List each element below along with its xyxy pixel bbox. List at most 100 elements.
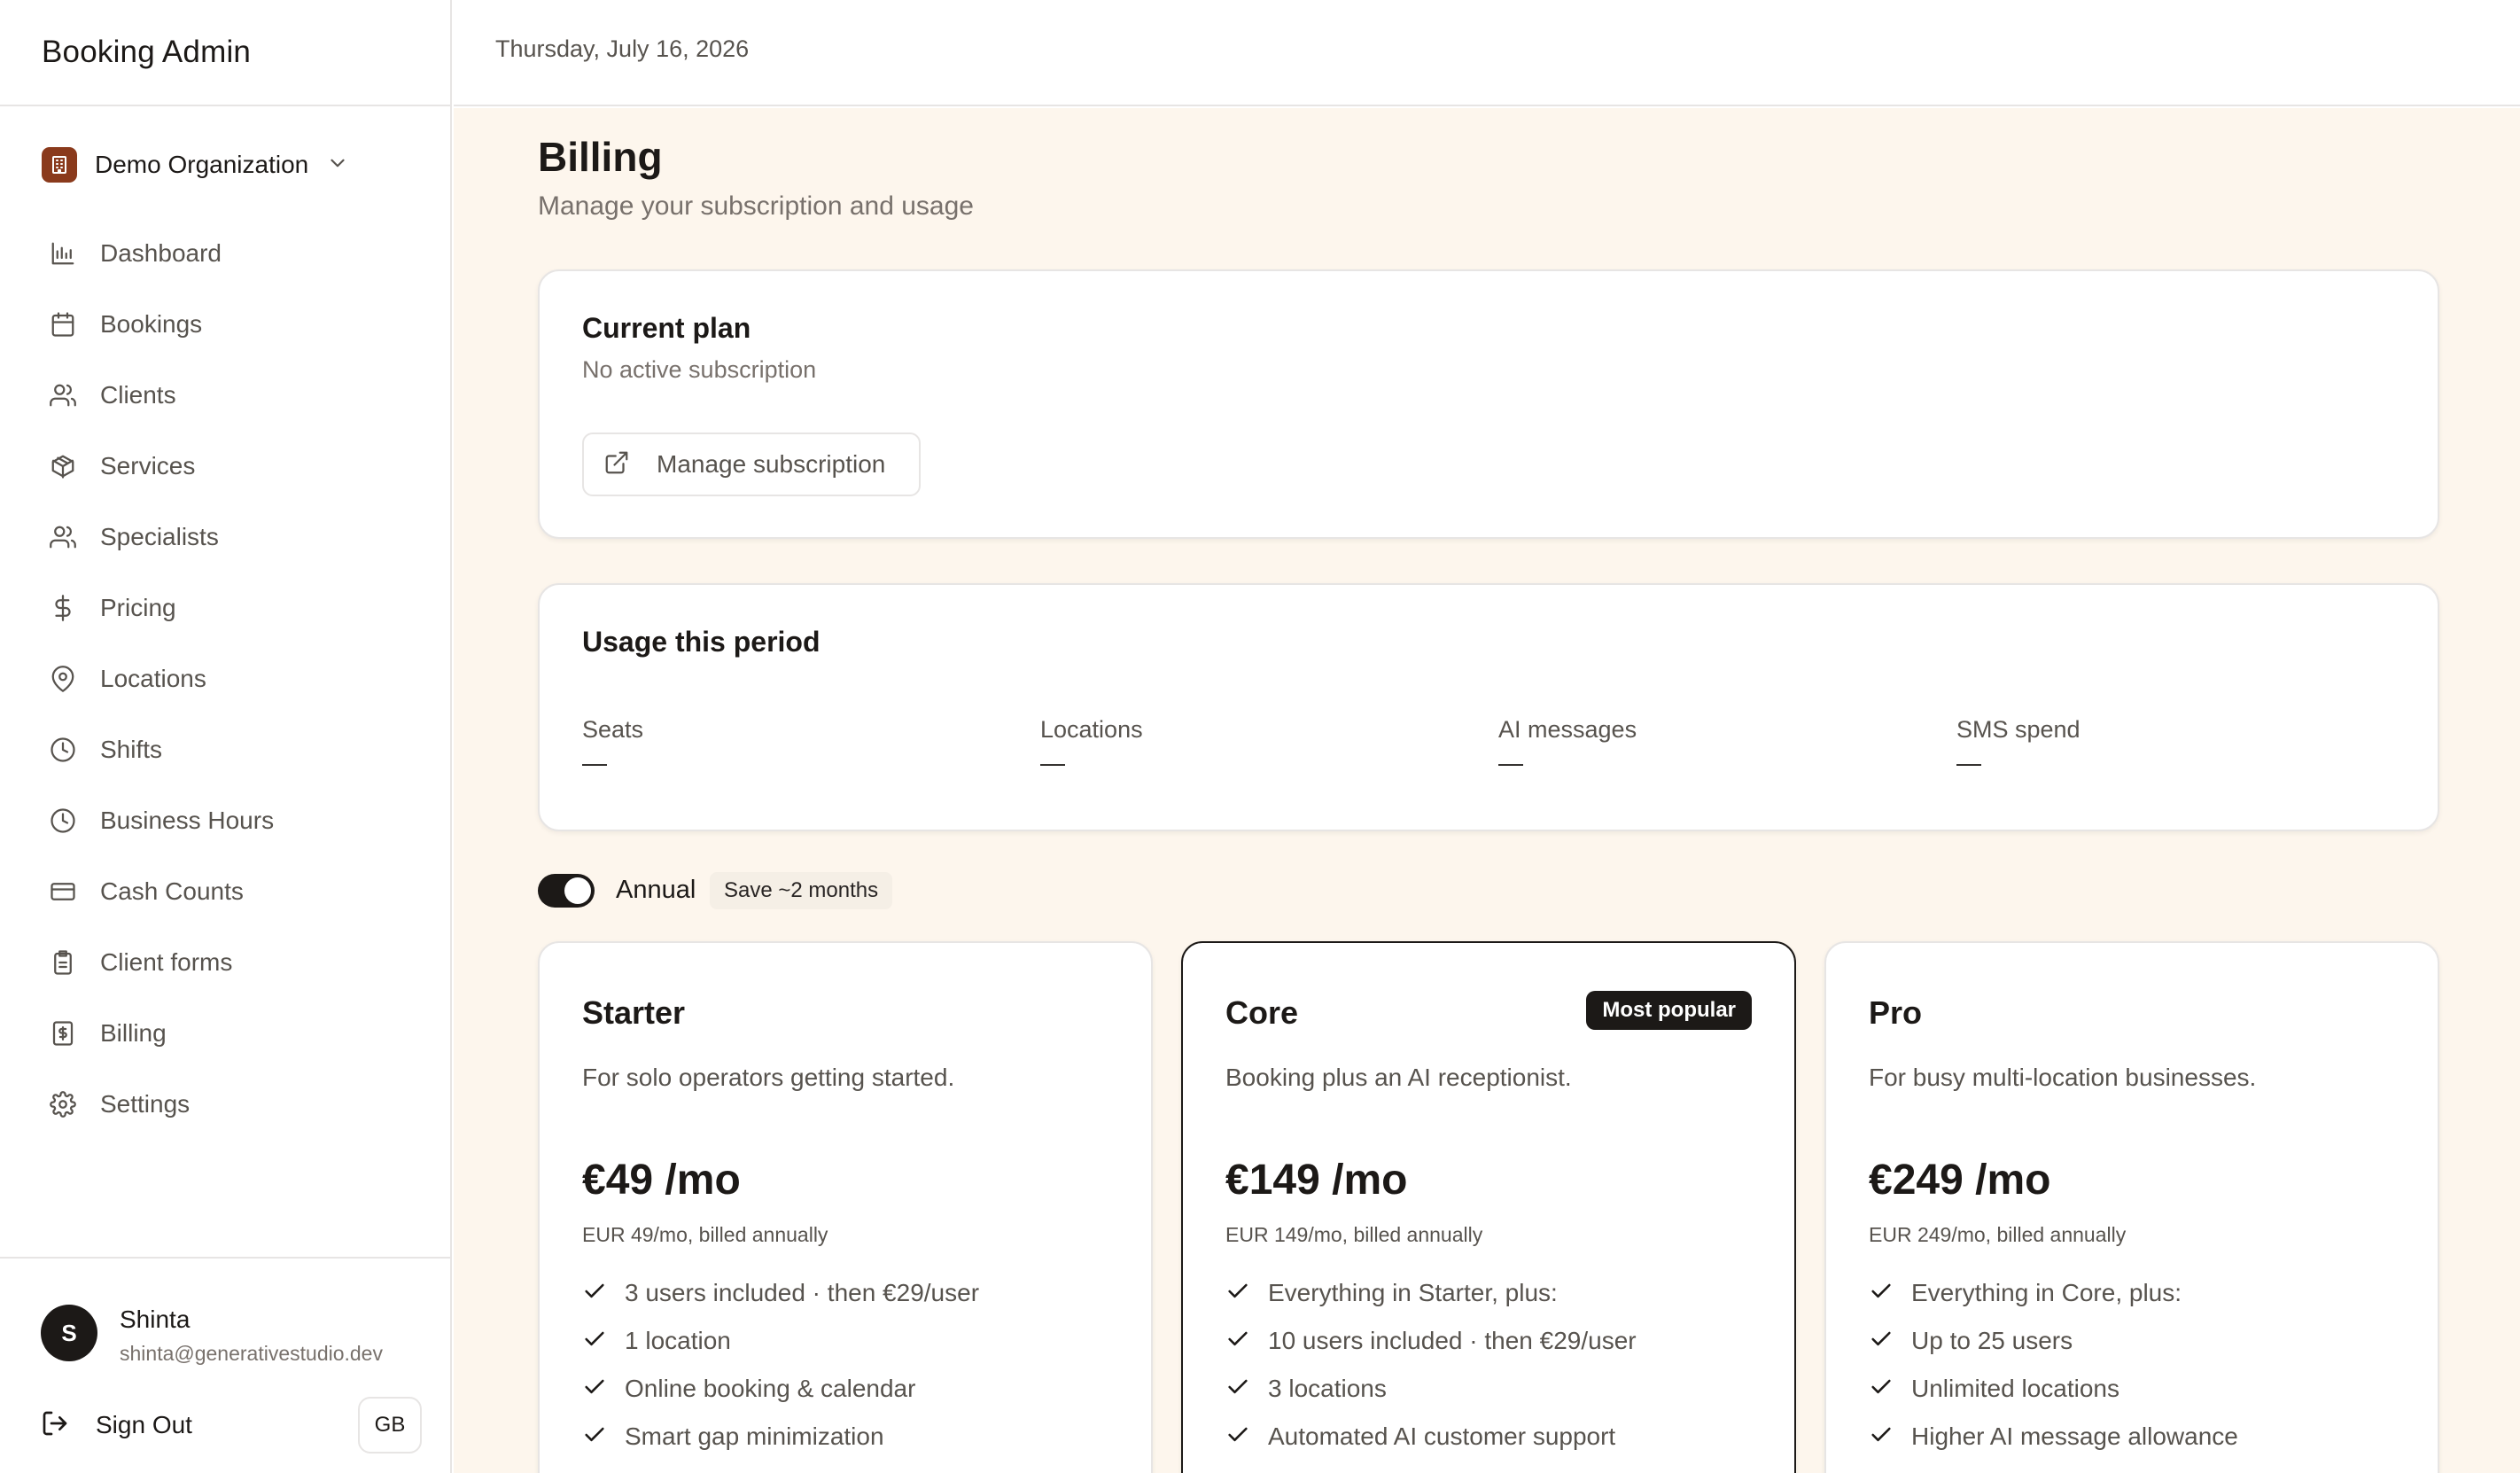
plan-description: Booking plus an AI receptionist. — [1225, 1064, 1572, 1091]
feature-item: 3 locations — [1225, 1365, 1637, 1413]
feature-item: Unlimited locations — [1869, 1365, 2238, 1413]
feature-text: 3 locations — [1268, 1375, 1387, 1402]
manage-subscription-button[interactable]: Manage subscription — [582, 433, 921, 496]
feature-item: Automated AI customer support — [1225, 1413, 1637, 1461]
sidebar-item-label: Clients — [100, 381, 176, 409]
feature-text: Online booking & calendar — [625, 1375, 916, 1402]
building-icon — [42, 147, 77, 183]
check-icon — [1869, 1422, 1894, 1452]
feature-item: Up to 25 users — [1869, 1317, 2238, 1365]
sidebar-item-dashboard[interactable]: Dashboard — [0, 218, 452, 289]
sidebar-item-label: Services — [100, 452, 196, 479]
sidebar-item-bookings[interactable]: Bookings — [0, 289, 452, 360]
sidebar-item-label: Client forms — [100, 948, 233, 976]
sidebar-item-pricing[interactable]: Pricing — [0, 573, 452, 643]
usage-label: Seats — [582, 716, 644, 743]
chevron-down-icon — [326, 152, 349, 179]
feature-item: Online booking & calendar — [582, 1365, 979, 1413]
plan-features: 3 users included · then €29/user 1 locat… — [582, 1269, 979, 1461]
usage-title: Usage this period — [582, 626, 821, 658]
language-button[interactable]: GB — [358, 1397, 422, 1454]
usage-value: — — [1040, 749, 1065, 776]
usage-item-ai-messages: AI messages — — [1498, 716, 1637, 777]
package-icon — [49, 452, 77, 480]
feature-text: Up to 25 users — [1911, 1327, 2073, 1354]
sidebar-item-label: Billing — [100, 1019, 167, 1047]
sidebar-item-label: Pricing — [100, 594, 176, 621]
sign-out-button[interactable]: Sign Out — [41, 1407, 192, 1443]
sidebar-item-clients[interactable]: Clients — [0, 360, 452, 431]
check-icon — [582, 1279, 607, 1308]
sidebar-item-label: Bookings — [100, 310, 203, 338]
sidebar-item-billing[interactable]: Billing — [0, 998, 452, 1069]
feature-item: Everything in Core, plus: — [1869, 1269, 2238, 1317]
log-out-icon — [41, 1409, 69, 1442]
feature-text: Higher AI message allowance — [1911, 1422, 2238, 1450]
annual-toggle-label: Annual — [616, 876, 696, 904]
users-icon — [49, 381, 77, 409]
sidebar-item-services[interactable]: Services — [0, 431, 452, 502]
sidebar-item-label: Settings — [100, 1090, 191, 1118]
most-popular-badge: Most popular — [1586, 991, 1752, 1030]
dollar-icon — [49, 594, 77, 622]
plan-card-core: Core Most popular Booking plus an AI rec… — [1181, 941, 1796, 1473]
sidebar-item-label: Locations — [100, 665, 206, 692]
current-plan-status: No active subscription — [582, 356, 817, 383]
check-icon — [1225, 1327, 1250, 1356]
calendar-icon — [49, 310, 77, 339]
sidebar-item-cash-counts[interactable]: Cash Counts — [0, 856, 452, 927]
plan-price: €149 /mo — [1225, 1157, 1408, 1204]
plan-card-starter: Starter For solo operators getting start… — [538, 941, 1153, 1473]
current-plan-card: Current plan No active subscription Mana… — [538, 269, 2439, 539]
users-icon — [49, 523, 77, 551]
usage-item-sms-spend: SMS spend — — [1956, 716, 2081, 777]
external-link-icon — [603, 449, 630, 480]
check-icon — [582, 1422, 607, 1452]
usage-value: — — [582, 749, 607, 776]
feature-text: Unlimited locations — [1911, 1375, 2119, 1402]
sidebar-item-specialists[interactable]: Specialists — [0, 502, 452, 573]
main-content: Billing Manage your subscription and usa… — [454, 108, 2520, 1473]
plan-features: Everything in Core, plus: Up to 25 users… — [1869, 1269, 2238, 1461]
sidebar-item-client-forms[interactable]: Client forms — [0, 927, 452, 998]
check-icon — [582, 1375, 607, 1404]
sidebar-item-label: Shifts — [100, 736, 163, 763]
manage-subscription-label: Manage subscription — [657, 450, 886, 478]
sidebar-item-label: Specialists — [100, 523, 219, 550]
feature-text: 10 users included · then €29/user — [1268, 1327, 1637, 1354]
check-icon — [1869, 1375, 1894, 1404]
plan-description: For busy multi-location businesses. — [1869, 1064, 2257, 1091]
usage-item-locations: Locations — — [1040, 716, 1143, 777]
organization-name: Demo Organization — [95, 151, 309, 178]
top-bar: Thursday, July 16, 2026 — [454, 0, 2520, 106]
sign-out-label: Sign Out — [96, 1411, 192, 1438]
check-icon — [582, 1327, 607, 1356]
sidebar-nav: Dashboard Bookings Clients Services Spec… — [0, 218, 452, 1140]
bar-chart-icon — [49, 239, 77, 268]
plan-billing-note: EUR 249/mo, billed annually — [1869, 1223, 2127, 1246]
receipt-icon — [49, 1019, 77, 1048]
current-plan-title: Current plan — [582, 312, 751, 344]
sidebar-item-settings[interactable]: Settings — [0, 1069, 452, 1140]
annual-billing-toggle[interactable] — [538, 874, 595, 908]
usage-value: — — [1956, 749, 1981, 776]
sidebar-item-locations[interactable]: Locations — [0, 643, 452, 714]
usage-label: AI messages — [1498, 716, 1637, 743]
sidebar-item-business-hours[interactable]: Business Hours — [0, 785, 452, 856]
plan-price: €49 /mo — [582, 1157, 741, 1204]
feature-text: Everything in Starter, plus: — [1268, 1279, 1558, 1306]
current-date: Thursday, July 16, 2026 — [495, 35, 750, 62]
toggle-knob — [564, 877, 591, 904]
feature-item: 3 users included · then €29/user — [582, 1269, 979, 1317]
check-icon — [1225, 1375, 1250, 1404]
feature-text: Everything in Core, plus: — [1911, 1279, 2182, 1306]
plan-price: €249 /mo — [1869, 1157, 2051, 1204]
sidebar-item-shifts[interactable]: Shifts — [0, 714, 452, 785]
plan-features: Everything in Starter, plus: 10 users in… — [1225, 1269, 1637, 1461]
usage-item-seats: Seats — — [582, 716, 643, 777]
user-profile: S Shinta shinta@generativestudio.dev Sig… — [0, 1257, 452, 1473]
organization-switcher[interactable]: Demo Organization — [42, 147, 349, 183]
feature-item: 1 location — [582, 1317, 979, 1365]
feature-text: Smart gap minimization — [625, 1422, 884, 1450]
sidebar-item-label: Cash Counts — [100, 877, 244, 905]
